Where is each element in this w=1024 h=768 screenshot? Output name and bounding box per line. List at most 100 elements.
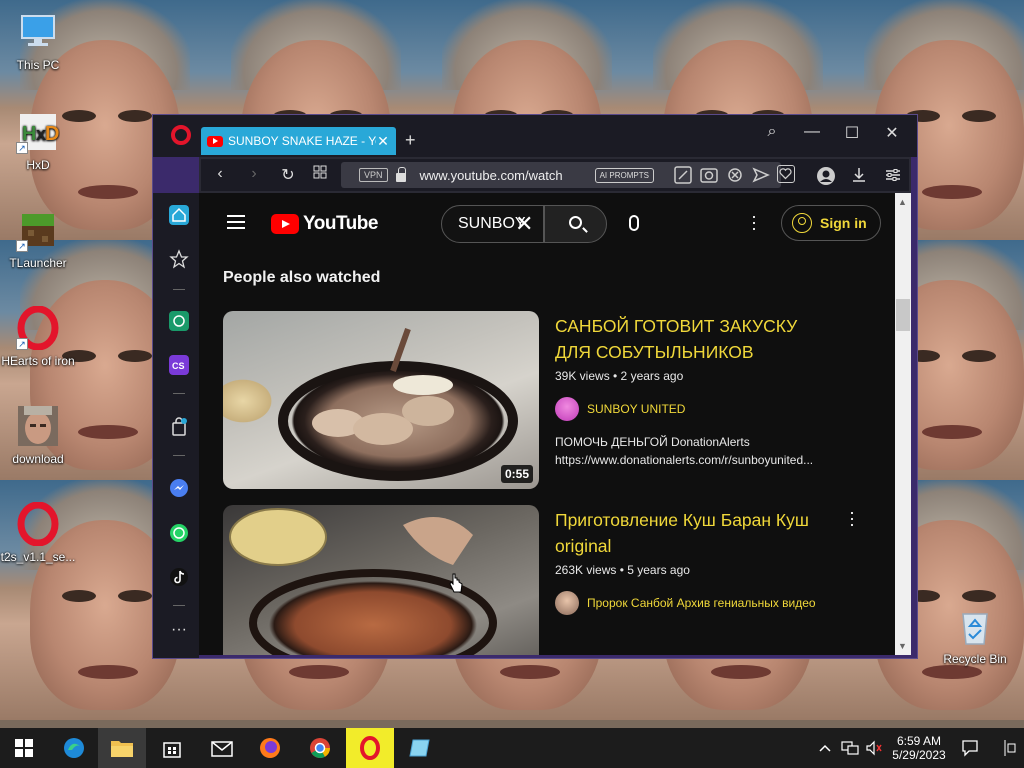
channel-avatar[interactable] — [555, 591, 579, 615]
settings-more-icon[interactable]: · · · — [751, 207, 757, 237]
hxd-icon: HxD ↗ — [16, 110, 60, 154]
scroll-thumb[interactable] — [896, 299, 910, 331]
svg-text:CS: CS — [172, 361, 185, 371]
reload-button[interactable]: ↻ — [277, 165, 299, 185]
speed-dial-icon[interactable] — [309, 165, 331, 184]
lock-icon[interactable] — [395, 166, 406, 182]
forward-button[interactable]: › — [243, 165, 265, 183]
hand-cursor-icon — [449, 572, 463, 593]
chatgpt-icon[interactable] — [169, 311, 189, 331]
volume-muted-icon[interactable] — [862, 728, 886, 768]
clock[interactable]: 6:59 AM 5/29/2023 — [888, 728, 950, 768]
whatsapp-icon[interactable] — [169, 523, 189, 543]
video-item[interactable]: 0:55 САНБОЙ ГОТОВИТ ЗАКУСКУ ДЛЯ СОБУТЫЛЬ… — [223, 311, 883, 491]
shortcut-arrow-icon: ↗ — [16, 338, 28, 350]
menu-icon[interactable] — [227, 215, 245, 229]
network-icon[interactable] — [838, 728, 862, 768]
desktop-icon-label: HxD — [26, 158, 50, 172]
tab-close-icon[interactable]: ✕ — [376, 133, 390, 150]
desktop-icon-hearts-of-iron[interactable]: ↗ HEarts of iron — [0, 305, 78, 368]
taskbar-store[interactable] — [148, 728, 196, 768]
sign-in-label: Sign in — [820, 215, 867, 231]
new-tab-button[interactable]: + — [405, 130, 416, 151]
tray-overflow-icon[interactable] — [812, 728, 838, 768]
heart-icon[interactable] — [777, 165, 795, 183]
sidebar-divider — [173, 605, 185, 606]
address-bar: ‹ › ↻ VPN www.youtube.com/watch AI PROMP… — [199, 157, 911, 193]
channel-row[interactable]: Пророк Санбой Архив гениальных видео — [555, 591, 835, 615]
messenger-icon[interactable] — [169, 478, 189, 498]
camera-icon[interactable] — [699, 165, 718, 183]
taskbar-mail[interactable] — [198, 728, 246, 768]
send-icon[interactable] — [751, 165, 770, 183]
tab-youtube[interactable]: SUNBOY SNAKE HAZE - Yo ✕ — [201, 127, 396, 155]
video-meta: 39K views • 2 years ago — [555, 369, 684, 383]
microphone-icon[interactable] — [629, 215, 639, 231]
video-title[interactable]: САНБОЙ ГОТОВИТ ЗАКУСКУ ДЛЯ СОБУТЫЛЬНИКОВ — [555, 313, 835, 365]
taskbar-edge[interactable] — [50, 728, 98, 768]
chatsonic-icon[interactable]: CS — [169, 355, 189, 375]
taskbar-chrome[interactable] — [296, 728, 344, 768]
store-icon — [163, 742, 181, 758]
browser-window: SUNBOY SNAKE HAZE - Yo ✕ + ⌕ — ☐ ✕ ‹ › ↻… — [152, 114, 918, 659]
channel-avatar[interactable] — [555, 397, 579, 421]
bookmarks-icon[interactable] — [169, 249, 189, 269]
youtube-logo[interactable]: YouTube — [271, 213, 378, 235]
channel-row[interactable]: SUNBOY UNITED — [555, 397, 835, 421]
shopping-bag-icon[interactable] — [169, 417, 189, 437]
channel-name[interactable]: SUNBOY UNITED — [587, 402, 685, 416]
video-thumbnail[interactable] — [223, 505, 539, 655]
more-icon[interactable]: ··· — [169, 622, 189, 643]
easy-setup-icon[interactable] — [883, 165, 901, 183]
section-title: People also watched — [223, 269, 381, 286]
browser-sidebar: CS ··· — [153, 193, 199, 658]
channel-name[interactable]: Пророк Санбой Архив гениальных видео — [587, 596, 816, 610]
sign-in-button[interactable]: Sign in — [781, 205, 881, 241]
taskbar-app[interactable] — [396, 728, 444, 768]
action-center-icon[interactable] — [954, 728, 986, 768]
home-icon[interactable] — [169, 205, 189, 225]
clear-search-icon[interactable]: ✕ — [515, 211, 533, 237]
opera-icon: ↗ — [16, 305, 60, 351]
description-line: ПОМОЧЬ ДЕНЬГОЙ DonationAlerts — [555, 435, 750, 449]
block-icon[interactable] — [725, 165, 743, 183]
desktop-icon-hxd[interactable]: HxD ↗ HxD — [0, 110, 78, 172]
scroll-up-icon[interactable]: ▲ — [898, 197, 907, 207]
video-item[interactable]: Приготовление Куш Баран Куш original 263… — [223, 503, 883, 655]
tab-search-icon[interactable]: ⌕ — [757, 123, 787, 141]
video-description: ПОМОЧЬ ДЕНЬГОЙ DonationAlerts https://ww… — [555, 433, 845, 469]
opera-menu-icon[interactable] — [171, 125, 191, 145]
start-button[interactable] — [0, 728, 48, 768]
desktop-icon-this-pc[interactable]: This PC — [0, 10, 78, 72]
scroll-down-icon[interactable]: ▼ — [898, 641, 907, 651]
monitor-icon — [16, 10, 60, 54]
close-button[interactable]: ✕ — [877, 123, 907, 143]
maximize-button[interactable]: ☐ — [837, 123, 867, 143]
tiktok-icon[interactable] — [169, 567, 189, 587]
taskbar-file-explorer[interactable] — [98, 728, 146, 768]
taskbar-opera[interactable] — [346, 728, 394, 768]
url-text: www.youtube.com/watch — [419, 167, 563, 183]
page-scrollbar[interactable]: ▲ ▼ — [895, 193, 911, 655]
desktop-icon-download[interactable]: download — [0, 404, 78, 466]
vpn-badge[interactable]: VPN — [359, 168, 388, 182]
ai-prompts-button[interactable]: AI PROMPTS — [594, 167, 654, 183]
youtube-favicon-icon — [207, 135, 223, 147]
desktop-icon-recycle-bin[interactable]: Recycle Bin — [935, 604, 1015, 666]
profile-icon[interactable] — [815, 165, 835, 185]
edit-icon[interactable] — [673, 165, 692, 184]
desktop-icon-t2s[interactable]: t2s_v1.1_se... — [0, 501, 78, 564]
minimize-button[interactable]: — — [797, 123, 827, 141]
taskbar-firefox[interactable] — [246, 728, 294, 768]
desktop-icon-tlauncher[interactable]: ↗ TLauncher — [0, 208, 78, 270]
desktop-icon-label: This PC — [16, 58, 60, 72]
video-more-icon[interactable]: · · · — [849, 503, 855, 533]
video-thumbnail[interactable]: 0:55 — [223, 311, 539, 489]
back-button[interactable]: ‹ — [209, 165, 231, 183]
show-desktop-icon[interactable] — [996, 728, 1024, 768]
search-button[interactable] — [544, 205, 607, 243]
download-icon[interactable] — [849, 165, 867, 183]
sidebar-divider — [173, 393, 185, 394]
video-title[interactable]: Приготовление Куш Баран Куш original — [555, 507, 835, 559]
clock-date: 5/29/2023 — [892, 748, 946, 762]
